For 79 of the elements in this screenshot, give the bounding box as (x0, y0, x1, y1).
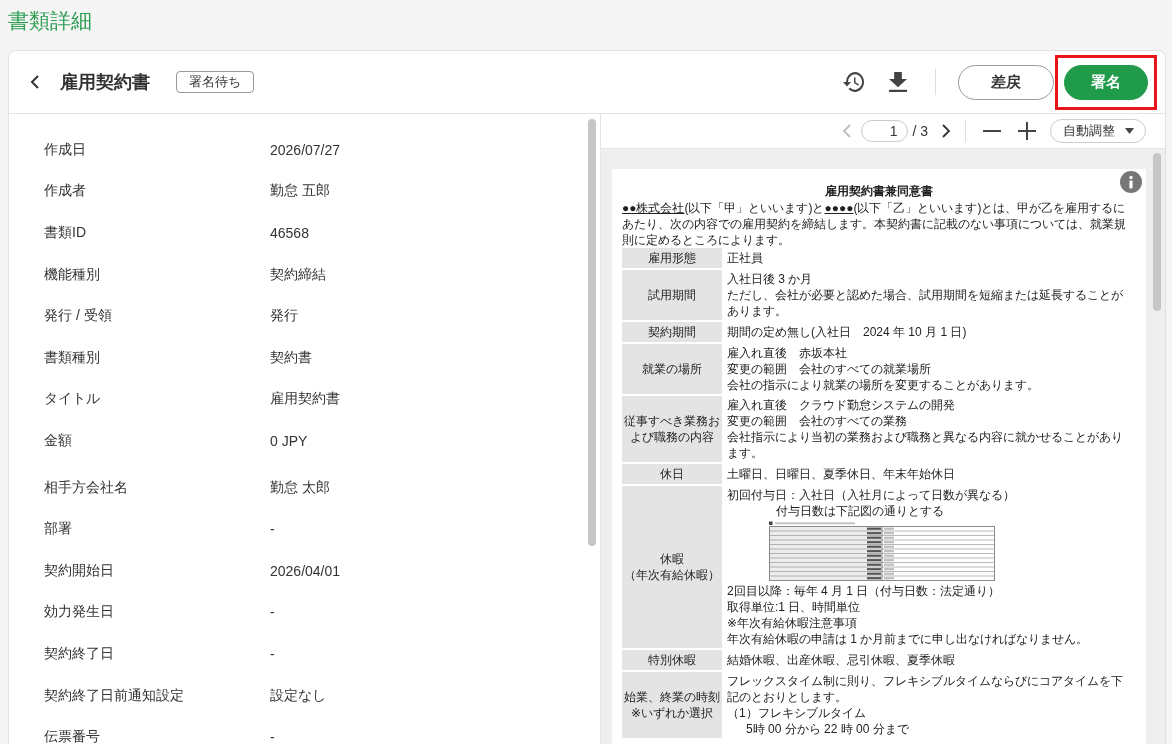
clause-text: 雇入れ直後 クラウド勤怠システムの開発 (727, 397, 955, 413)
clause-text: 年次有給休暇の申請は 1 か月前までに申し出なければなりません。 (727, 631, 1089, 647)
clause-text: フレックスタイム制に則り、フレキシブルタイムならびにコアタイムを下記のとおりとします。 (727, 673, 1124, 705)
clause-text: 結婚休暇、出産休暇、忌引休暇、夏季休暇 (727, 652, 955, 668)
field-value: 契約書 (270, 348, 312, 367)
info-icon[interactable] (1120, 171, 1142, 193)
field-value: 0 JPY (270, 432, 308, 449)
field-value: 46568 (270, 225, 309, 241)
clause-text: 会社指示により当初の業務および職務と異なる内容に就かせることがあります。 (727, 429, 1124, 461)
back-chevron-icon[interactable] (29, 74, 41, 90)
plus-icon[interactable] (1018, 122, 1036, 140)
row-label-cell: 就業の場所 (622, 344, 722, 396)
field-label: タイトル (44, 390, 100, 409)
chevron-right-icon[interactable] (941, 124, 951, 138)
sign-button[interactable]: 署名 (1064, 64, 1148, 100)
field-label: 書類種別 (44, 348, 100, 367)
clause-text: ※年次有給休暇注意事項 (727, 615, 858, 631)
send-back-button[interactable]: 差戻 (958, 64, 1054, 100)
field-label: 金額 (44, 431, 72, 450)
clause-text: ただし、会社が必要と認めた場合、試用期間を短縮または延長することがあります。 (727, 287, 1124, 319)
clause-text: 2回目以降：毎年 4 月 1 日（付与日数：法定通り） (727, 583, 1001, 599)
field-value: 勤怠 五郎 (270, 182, 330, 201)
caret-icon (1124, 128, 1134, 134)
row-label-cell: 試用期間 (622, 270, 722, 322)
download-icon[interactable] (889, 72, 907, 92)
row-label-cell: 契約期間 (622, 322, 722, 344)
document-title: 雇用契約書 (60, 71, 150, 94)
field-value: 2026/07/27 (270, 141, 341, 158)
page-total: / 3 (912, 123, 928, 139)
field-label: 書類ID (44, 224, 86, 242)
field-value: 勤怠 太郎 (270, 478, 330, 497)
field-value: - (270, 604, 275, 621)
clause-text: 期間の定め無し(入社日 2024 年 10 月 1 日) (727, 324, 967, 340)
clause-text: 取得単位:1 日、時間単位 (727, 599, 861, 615)
field-label: 伝票番号 (44, 728, 100, 744)
field-label: 発行 / 受領 (44, 307, 112, 326)
clause-text: 変更の範囲 会社のすべての業務 (727, 413, 907, 429)
field-value: 発行 (270, 307, 298, 326)
field-label: 作成者 (44, 182, 86, 201)
field-label: 機能種別 (44, 265, 100, 284)
clause-text: 付与日数は下記図の通りとする (776, 503, 944, 519)
field-value: 2026/04/01 (270, 562, 341, 579)
row-label-cell: 始業、終業の時刻 ※いずれか選択 (622, 672, 722, 740)
intro-paragraph: ●●株式会社(以下「甲」といいます)と●●●●(以下「乙」といいます)とは、甲が乙を雇用するにあたり、次の内容での雇用契約を締結します。本契約書に記載のない事項については、就業規則に定めるところによります。 (622, 200, 1127, 248)
field-label: 効力発生日 (44, 603, 114, 622)
field-value: - (270, 521, 275, 538)
row-label-cell: 休暇 （年次有給休暇） (622, 486, 722, 650)
clause-text: 初回付与日：入社日（入社月によって日数が異なる） (727, 487, 1015, 503)
row-label-cell: 休日 (622, 464, 722, 486)
status-badge: 署名待ち (176, 71, 254, 93)
scrollbar-thumb[interactable] (1153, 153, 1161, 311)
field-label: 相手方会社名 (44, 478, 128, 497)
clause-text: 変更の範囲 会社のすべての就業場所 (727, 361, 931, 377)
clause-text: 雇入れ直後 赤坂本社 (727, 345, 847, 361)
field-value: 雇用契約書 (270, 390, 340, 409)
page-title: 書類詳細 (8, 8, 92, 34)
row-label-cell: 特別休暇 (622, 650, 722, 672)
history-icon[interactable] (843, 71, 865, 93)
clause-text: 土曜日、日曜日、夏季休日、年末年始休日 (727, 466, 955, 482)
field-value: - (270, 645, 275, 662)
scrollbar-thumb[interactable] (588, 119, 596, 546)
clause-text: 正社員 (727, 250, 763, 266)
field-value: 設定なし (270, 686, 326, 705)
row-label-cell: 従事すべき業務および職務の内容 (622, 396, 722, 464)
page-number-input[interactable]: 1 (861, 120, 909, 142)
clause-text: 入社日後 3 か月 (727, 271, 813, 287)
clause-text: 5時 00 分から 22 時 00 分まで (746, 721, 909, 737)
field-value: 契約締結 (270, 265, 326, 284)
field-value: - (270, 729, 275, 744)
field-label: 部署 (44, 520, 72, 539)
clause-text: 会社の指示により就業の場所を変更することがあります。 (727, 377, 1039, 393)
row-label-cell: 雇用形態 (622, 248, 722, 270)
document-heading: 雇用契約書兼同意書 (825, 183, 933, 199)
field-label: 契約開始日 (44, 561, 114, 580)
clause-text: （1）フレキシブルタイム (727, 705, 866, 721)
field-label: 作成日 (44, 140, 86, 159)
field-label: 契約終了日前通知設定 (44, 686, 184, 705)
zoom-select[interactable]: 自動調整 (1050, 119, 1146, 143)
field-label: 契約終了日 (44, 644, 114, 663)
